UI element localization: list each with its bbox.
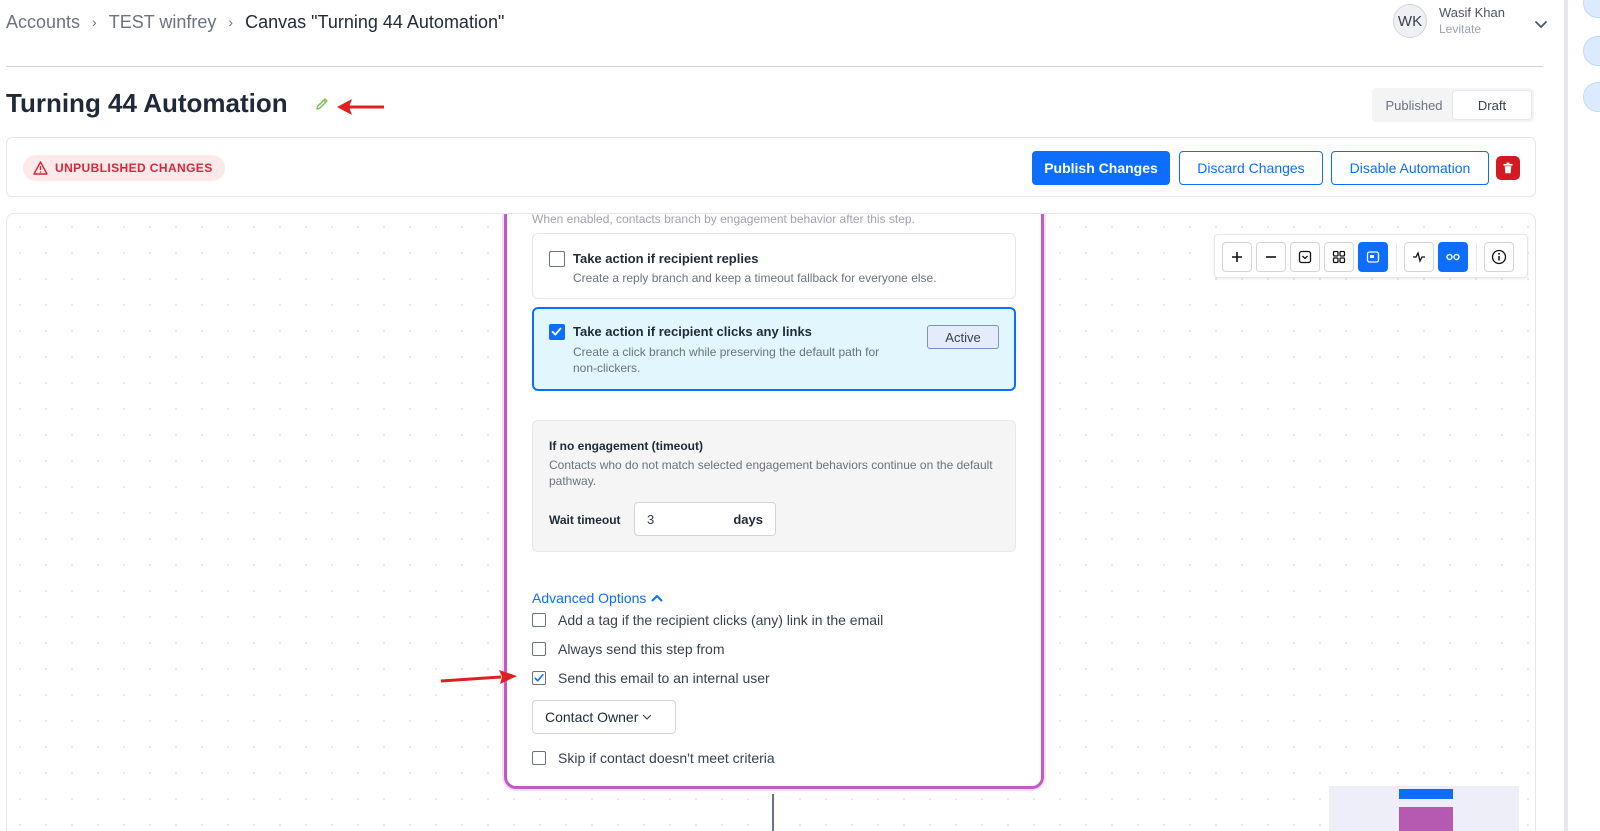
option-description-line1: Create a click branch while preserving t… <box>573 345 880 359</box>
delete-button[interactable] <box>1496 156 1520 180</box>
page-title: Turning 44 Automation <box>6 88 288 118</box>
draft-toggle[interactable]: Draft <box>1453 91 1531 119</box>
minimap-icon <box>1366 251 1380 263</box>
engagement-hint: When enabled, contacts branch by engagem… <box>532 213 915 226</box>
user-info: Wasif Khan Levitate <box>1439 5 1505 37</box>
skip-criteria-checkbox[interactable] <box>532 751 546 765</box>
connections-toggle-button[interactable] <box>1438 242 1468 272</box>
chevron-down-icon <box>643 714 652 720</box>
activity-button[interactable] <box>1404 242 1434 272</box>
disable-automation-button[interactable]: Disable Automation <box>1331 151 1489 185</box>
minimap-toggle-button[interactable] <box>1358 242 1388 272</box>
toolbar-divider <box>1476 243 1477 271</box>
toolbar-divider <box>1396 243 1397 271</box>
user-menu[interactable]: WK Wasif Khan Levitate <box>1393 4 1547 38</box>
status-toggle: Published Draft <box>1372 88 1534 122</box>
user-name: Wasif Khan <box>1439 5 1505 20</box>
minimap-node <box>1399 807 1453 831</box>
published-toggle[interactable]: Published <box>1375 91 1453 119</box>
breadcrumb-test-winfrey[interactable]: TEST winfrey <box>109 12 217 33</box>
advanced-options-toggle[interactable]: Advanced Options <box>532 590 663 606</box>
trash-icon <box>1503 162 1513 174</box>
side-panel-icon[interactable] <box>1583 36 1600 66</box>
unpublished-changes-badge: UNPUBLISHED CHANGES <box>23 155 225 181</box>
breadcrumb-current: Canvas "Turning 44 Automation" <box>245 11 505 32</box>
checkmark-icon <box>534 674 544 682</box>
chevron-down-icon[interactable] <box>1533 16 1549 32</box>
wait-timeout-unit: days <box>733 512 763 527</box>
grid-icon <box>1332 250 1346 264</box>
action-bar: UNPUBLISHED CHANGES Publish Changes Disc… <box>6 137 1536 197</box>
info-icon <box>1491 249 1507 265</box>
add-tag-label: Add a tag if the recipient clicks (any) … <box>558 612 884 628</box>
click-branch-checkbox[interactable] <box>549 324 565 340</box>
user-org: Levitate <box>1439 22 1482 36</box>
minimap-viewport <box>1399 789 1453 799</box>
node-connector-line <box>772 794 774 831</box>
link-icon <box>1446 253 1460 261</box>
skip-criteria-label: Skip if contact doesn't meet criteria <box>558 750 775 766</box>
breadcrumb-separator: › <box>228 14 234 30</box>
internal-user-option[interactable]: Send this email to an internal user <box>532 669 770 687</box>
email-step-node[interactable]: When enabled, contacts branch by engagem… <box>504 213 1044 789</box>
timeout-section: If no engagement (timeout) Contacts who … <box>532 420 1016 552</box>
option-title: Take action if recipient replies <box>573 251 759 266</box>
zoom-in-button[interactable] <box>1222 242 1252 272</box>
side-panel-icon[interactable] <box>1583 0 1600 18</box>
timeout-description: Contacts who do not match selected engag… <box>549 458 993 488</box>
minus-icon <box>1266 256 1276 258</box>
always-send-from-checkbox[interactable] <box>532 642 546 656</box>
annotation-arrow-icon <box>337 99 384 115</box>
reply-branch-checkbox[interactable] <box>549 251 565 267</box>
breadcrumb: Accounts › TEST winfrey › Canvas "Turnin… <box>6 10 504 34</box>
contact-owner-select[interactable]: Contact Owner <box>532 700 676 734</box>
contact-owner-value: Contact Owner <box>545 709 639 725</box>
skip-criteria-option[interactable]: Skip if contact doesn't meet criteria <box>532 749 775 767</box>
internal-user-checkbox[interactable] <box>532 671 546 685</box>
zoom-out-button[interactable] <box>1256 242 1286 272</box>
checkmark-icon <box>551 327 562 336</box>
breadcrumb-accounts[interactable]: Accounts <box>6 12 80 33</box>
option-description-line2: non-clickers. <box>573 361 641 375</box>
side-panel-icon[interactable] <box>1583 82 1600 112</box>
option-description: Create a reply branch and keep a timeout… <box>573 271 937 285</box>
add-tag-checkbox[interactable] <box>532 613 546 627</box>
discard-changes-button[interactable]: Discard Changes <box>1179 151 1323 185</box>
header-divider <box>6 66 1543 67</box>
click-branch-option[interactable]: Take action if recipient clicks any link… <box>532 307 1016 391</box>
automation-canvas[interactable]: When enabled, contacts branch by engagem… <box>6 213 1536 831</box>
fit-view-button[interactable] <box>1290 242 1320 272</box>
always-send-from-label: Always send this step from <box>558 641 725 657</box>
breadcrumb-separator: › <box>92 14 97 30</box>
canvas-minimap[interactable] <box>1329 786 1519 831</box>
always-send-from-option[interactable]: Always send this step from <box>532 640 725 658</box>
advanced-options-label: Advanced Options <box>532 590 647 606</box>
page-scrollbar[interactable] <box>1564 0 1568 831</box>
chevron-up-icon <box>651 595 663 602</box>
wait-timeout-label: Wait timeout <box>549 513 621 527</box>
internal-user-label: Send this email to an internal user <box>558 670 770 686</box>
app-root: Accounts › TEST winfrey › Canvas "Turnin… <box>0 0 1600 831</box>
warning-icon <box>33 161 48 175</box>
wait-timeout-input[interactable]: 3 days <box>634 502 776 536</box>
info-button[interactable] <box>1484 242 1514 272</box>
pencil-icon[interactable] <box>314 96 330 112</box>
activity-icon <box>1413 251 1425 263</box>
active-badge: Active <box>927 325 999 349</box>
fit-view-icon <box>1298 250 1312 264</box>
canvas-toolbar <box>1214 234 1528 278</box>
option-title: Take action if recipient clicks any link… <box>573 324 812 339</box>
annotation-arrow-icon <box>440 670 517 684</box>
avatar: WK <box>1393 4 1427 38</box>
grid-view-button[interactable] <box>1324 242 1354 272</box>
badge-label: UNPUBLISHED CHANGES <box>55 161 213 175</box>
plus-icon <box>1232 252 1242 262</box>
wait-timeout-value[interactable]: 3 <box>647 512 654 527</box>
reply-branch-option[interactable]: Take action if recipient replies Create … <box>532 233 1016 299</box>
add-tag-option[interactable]: Add a tag if the recipient clicks (any) … <box>532 611 883 629</box>
publish-changes-button[interactable]: Publish Changes <box>1032 151 1170 185</box>
timeout-title: If no engagement (timeout) <box>549 439 703 453</box>
